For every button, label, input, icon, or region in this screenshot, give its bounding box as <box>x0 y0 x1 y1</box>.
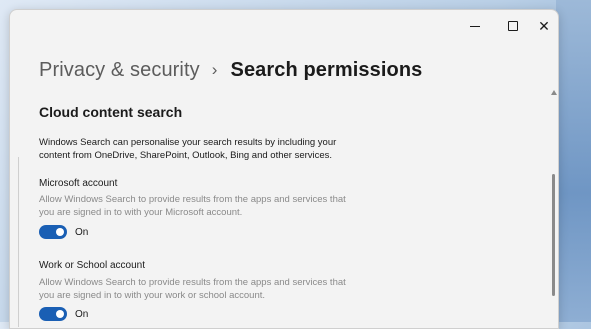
microsoft-account-label: Microsoft account <box>39 178 118 189</box>
close-icon: ✕ <box>538 17 550 34</box>
toggle-knob <box>56 310 64 318</box>
minimize-icon <box>470 25 480 27</box>
maximize-icon <box>508 21 518 31</box>
toggle-knob <box>56 228 64 236</box>
microsoft-account-toggle[interactable] <box>39 225 67 239</box>
microsoft-account-description: Allow Windows Search to provide results … <box>39 194 346 218</box>
close-button[interactable]: ✕ <box>528 12 558 40</box>
scroll-up-arrow-icon[interactable] <box>551 90 557 95</box>
work-account-label: Work or School account <box>39 260 145 271</box>
microsoft-account-toggle-state: On <box>75 226 89 238</box>
scrollbar-thumb[interactable] <box>552 174 555 296</box>
work-account-toggle[interactable] <box>39 307 67 321</box>
section-description: Windows Search can personalise your sear… <box>39 137 337 161</box>
microsoft-account-toggle-row: On <box>39 225 88 239</box>
page-title: Search permissions <box>230 58 423 81</box>
chevron-right-icon: › <box>211 60 218 79</box>
desktop-background <box>556 0 591 322</box>
breadcrumb-parent-link[interactable]: Privacy & security <box>39 59 200 82</box>
nav-pane-divider <box>18 157 19 327</box>
breadcrumb: Privacy & security › Search permissions <box>39 54 422 86</box>
work-account-toggle-row: On <box>39 307 88 321</box>
settings-window: ✕ Privacy & security › Search permission… <box>9 9 559 329</box>
minimize-button[interactable] <box>459 12 491 40</box>
work-account-description: Allow Windows Search to provide results … <box>39 277 346 301</box>
work-account-toggle-state: On <box>75 308 89 320</box>
maximize-button[interactable] <box>497 12 529 40</box>
section-title: Cloud content search <box>39 104 183 120</box>
